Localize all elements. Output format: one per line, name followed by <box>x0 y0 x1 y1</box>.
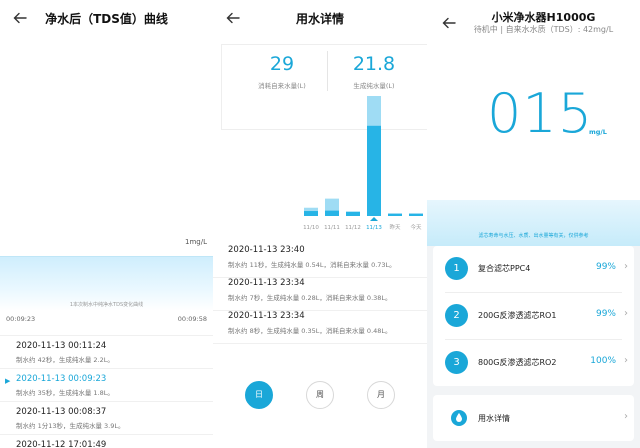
tap-water-value: 29 <box>269 53 295 75</box>
record-detail: 制水约 8秒，生成纯水量 0.35L，消耗自来水量 0.48L。 <box>228 327 392 335</box>
water-usage-panel: 用水详情 29 消耗自来水量(L) 21.8 生成纯水量(L) 11/10 11/… <box>213 0 427 448</box>
tds-unit-label: 1mg/L <box>185 238 207 246</box>
filter-life-percent: 99% <box>595 309 616 319</box>
record-time: 2020-11-13 23:34 <box>228 311 305 321</box>
pure-water-bar <box>346 211 360 216</box>
filter-row[interactable]: 1 复合滤芯PPC4 99% › <box>433 246 634 292</box>
pure-water-bar <box>409 213 423 216</box>
filter-life-percent: 100% <box>590 356 616 366</box>
usage-record[interactable]: 2020-11-13 23:34 制水约 8秒，生成纯水量 0.35L，消耗自来水… <box>228 311 427 335</box>
pure-water-bar <box>325 210 339 216</box>
record-divider <box>213 343 427 344</box>
curve-start-time: 00:09:23 <box>6 315 36 323</box>
device-status: 待机中 | 自来水水质（TDS）: 42mg/L <box>473 25 614 34</box>
chevron-right-icon: › <box>624 261 628 272</box>
usage-record[interactable]: 2020-11-13 23:34 制水约 7秒，生成纯水量 0.28L，消耗自来水… <box>228 278 427 302</box>
water-usage-label: 用水详情 <box>478 414 510 423</box>
pure-water-value: 21.8 <box>352 53 396 75</box>
filter-index-badge: 1 <box>445 257 468 280</box>
pure-water-bar <box>304 211 318 216</box>
tds-curve-note: 1本次制水中纯净水TDS变化曲线 <box>69 302 144 308</box>
filter-name: 800G反渗透滤芯RO2 <box>478 358 557 367</box>
selected-marker-icon: ▶ <box>5 377 11 385</box>
record-time: 2020-11-13 00:09:23 <box>16 374 107 384</box>
tds-curve-panel: 净水后（TDS值）曲线 1mg/L 1本次制水中纯净水TDS变化曲线 00:09… <box>0 0 213 448</box>
x-tick-label: 11/12 <box>345 225 361 231</box>
chevron-right-icon: › <box>624 308 628 319</box>
selected-day-marker-icon <box>370 217 378 221</box>
x-tick-label: 11/11 <box>324 225 340 231</box>
curve-end-time: 00:09:58 <box>177 315 207 323</box>
pure-water-bar <box>367 125 381 216</box>
record-time: 2020-11-13 00:11:24 <box>16 341 107 351</box>
purifier-home-panel: 小米净水器H1000G 待机中 | 自来水水质（TDS）: 42mg/L 015… <box>427 0 640 448</box>
filter-life-note: 滤芯寿命与水压、水质、出水量等有关，仅供参考 <box>478 233 589 239</box>
filtration-record-list: 2020-11-13 00:11:24 制水约 42秒，生成纯水量 2.2L。 ▶ 2… <box>0 335 213 448</box>
period-button[interactable]: 月 <box>367 381 395 409</box>
filtration-record[interactable]: ▶ 2020-11-13 00:09:23 制水约 35秒，生成纯水量 1.8L。 <box>0 368 213 401</box>
record-detail: 制水约 1分13秒，生成纯水量 3.9L。 <box>16 422 125 430</box>
page-title: 净水后（TDS值）曲线 <box>45 12 168 26</box>
record-time: 2020-11-13 23:34 <box>228 278 305 288</box>
period-button[interactable]: 周 <box>306 381 334 409</box>
x-tick-label: 今天 <box>410 223 422 231</box>
filter-row[interactable]: 3 800G反渗透滤芯RO2 100% › <box>433 340 634 386</box>
record-detail: 制水约 11秒，生成纯水量 0.54L，消耗自来水量 0.73L。 <box>228 261 396 269</box>
tds-curve-header: 净水后（TDS值）曲线 <box>0 0 213 40</box>
filtration-record[interactable]: 2020-11-13 00:08:37 制水约 1分13秒，生成纯水量 3.9L。 <box>0 401 213 434</box>
filter-life-percent: 99% <box>595 262 616 272</box>
record-time: 2020-11-12 17:01:49 <box>16 440 107 448</box>
water-wave-decoration <box>427 200 640 246</box>
tds-reading: 015 <box>487 82 594 145</box>
filter-name: 复合滤芯PPC4 <box>478 264 531 273</box>
device-title: 小米净水器H1000G <box>491 11 596 24</box>
filter-name: 200G反渗透滤芯RO1 <box>478 311 557 320</box>
tds-reading-unit: mg/L <box>589 128 607 136</box>
usage-header: 用水详情 <box>213 0 427 40</box>
x-tick-label: 11/13 <box>366 225 382 231</box>
filter-index-badge: 3 <box>445 351 468 374</box>
record-time: 2020-11-13 00:08:37 <box>16 407 107 417</box>
water-drop-icon <box>451 409 467 427</box>
period-button[interactable]: 日 <box>245 381 273 409</box>
filter-index-badge: 2 <box>445 304 468 327</box>
record-time: 2020-11-13 23:40 <box>228 245 305 255</box>
water-usage-entry[interactable]: 用水详情 › <box>433 395 634 441</box>
pure-water-bar <box>388 213 402 216</box>
usage-record[interactable]: 2020-11-13 23:40 制水约 11秒，生成纯水量 0.54L，消耗自来… <box>228 245 427 269</box>
record-detail: 制水约 7秒，生成纯水量 0.28L，消耗自来水量 0.38L。 <box>228 294 392 302</box>
chevron-right-icon: › <box>624 355 628 366</box>
x-tick-label: 昨天 <box>389 223 401 231</box>
filtration-record[interactable]: 2020-11-13 00:11:24 制水约 42秒，生成纯水量 2.2L。 <box>0 335 213 368</box>
record-detail: 制水约 42秒，生成纯水量 2.2L。 <box>16 356 114 364</box>
page-title: 用水详情 <box>295 12 344 26</box>
chevron-right-icon: › <box>624 411 628 422</box>
x-tick-label: 11/10 <box>303 225 319 231</box>
filtration-record[interactable]: 2020-11-12 17:01:49 <box>0 434 213 448</box>
record-detail: 制水约 35秒，生成纯水量 1.8L。 <box>16 389 114 397</box>
daily-usage-bar-chart[interactable]: 11/10 11/11 11/12 11/13 昨天 今天 <box>213 80 427 240</box>
back-arrow-icon[interactable] <box>441 15 457 31</box>
filter-row[interactable]: 2 200G反渗透滤芯RO1 99% › <box>433 293 634 339</box>
filter-list-card: 1 复合滤芯PPC4 99% › 2 200G反渗透滤芯RO1 99% › 3 800G反渗透滤芯… <box>433 246 634 386</box>
